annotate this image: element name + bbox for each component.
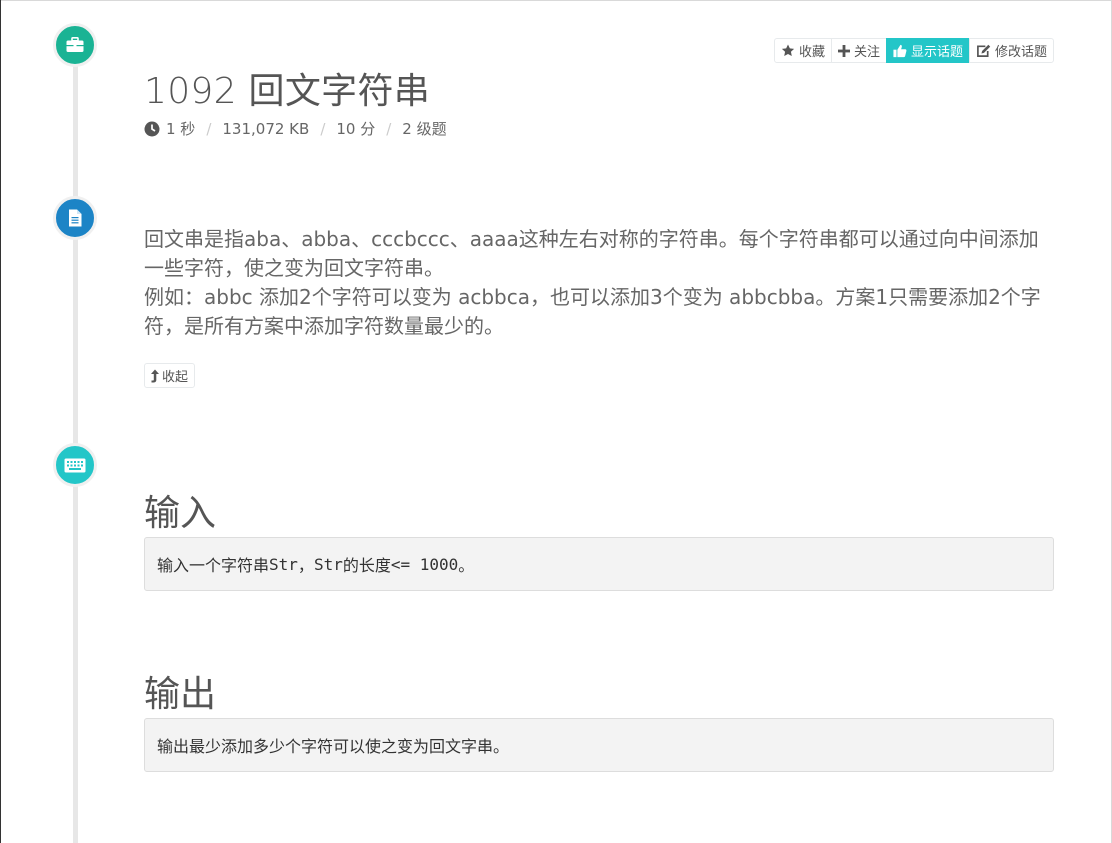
output-heading: 输出 (144, 674, 217, 715)
input-heading: 输入 (144, 493, 217, 534)
description-paragraph: 回文串是指aba、abba、cccbccc、aaaa这种左右对称的字符串。每个字… (144, 227, 1039, 280)
file-text-icon (53, 196, 97, 240)
input-text: 的长度 (342, 556, 391, 575)
problem-toolbar: 收藏 关注 显示话题 修改话题 (773, 38, 1054, 63)
timeline-line (73, 40, 78, 843)
level: 2 级题 (402, 120, 447, 138)
follow-button[interactable]: 关注 (830, 38, 887, 63)
left-border (0, 0, 1, 843)
edit-topic-button[interactable]: 修改话题 (968, 38, 1054, 63)
score: 10 分 (336, 120, 376, 138)
meta-separator: / (206, 119, 212, 138)
edit-icon (977, 44, 991, 57)
favorite-button[interactable]: 收藏 (773, 38, 832, 63)
input-spec: 输入一个字符串 Str， Str 的长度 <= 1000。 (144, 537, 1054, 591)
collapse-label: 收起 (162, 370, 189, 385)
show-topic-button[interactable]: 显示话题 (885, 38, 970, 63)
thumbs-up-icon (893, 44, 907, 57)
keyboard-icon (53, 443, 97, 487)
edit-topic-label: 修改话题 (994, 45, 1047, 60)
output-text: 输出最少添加多少个字符可以使之变为回文字串。 (157, 737, 510, 756)
star-icon (781, 44, 795, 57)
input-text-end: 。 (458, 556, 475, 575)
output-spec: 输出最少添加多少个字符可以使之变为回文字串。 (144, 718, 1054, 772)
memory-limit: 131,072 KB (222, 119, 310, 138)
favorite-label: 收藏 (798, 45, 825, 60)
input-text: 输入一个字符串 (157, 556, 270, 575)
problem-title: 1092 回文字符串 (144, 71, 431, 112)
show-topic-label: 显示话题 (910, 45, 963, 60)
description-paragraph: 例如：abbc 添加2个字符可以变为 acbbca，也可以添加3个变为 abbc… (144, 285, 1041, 338)
arrow-up-icon (151, 369, 159, 382)
clock-icon (144, 121, 160, 136)
collapse-button[interactable]: 收起 (144, 363, 196, 388)
plus-icon (837, 44, 850, 57)
time-limit: 1 秒 (166, 120, 196, 138)
top-border (0, 0, 1112, 1)
code-constraint: <= 1000 (390, 554, 459, 574)
briefcase-icon (53, 23, 97, 67)
code-str: Str (313, 554, 343, 574)
problem-description: 回文串是指aba、abba、cccbccc、aaaa这种左右对称的字符串。每个字… (144, 225, 1054, 341)
meta-separator: / (386, 119, 392, 138)
code-str: Str (269, 554, 298, 574)
follow-label: 关注 (853, 45, 880, 60)
meta-separator: / (320, 119, 326, 138)
problem-meta: 1 秒 / 131,072 KB / 10 分 / 2 级题 (144, 118, 447, 139)
input-comma: ， (297, 556, 314, 575)
